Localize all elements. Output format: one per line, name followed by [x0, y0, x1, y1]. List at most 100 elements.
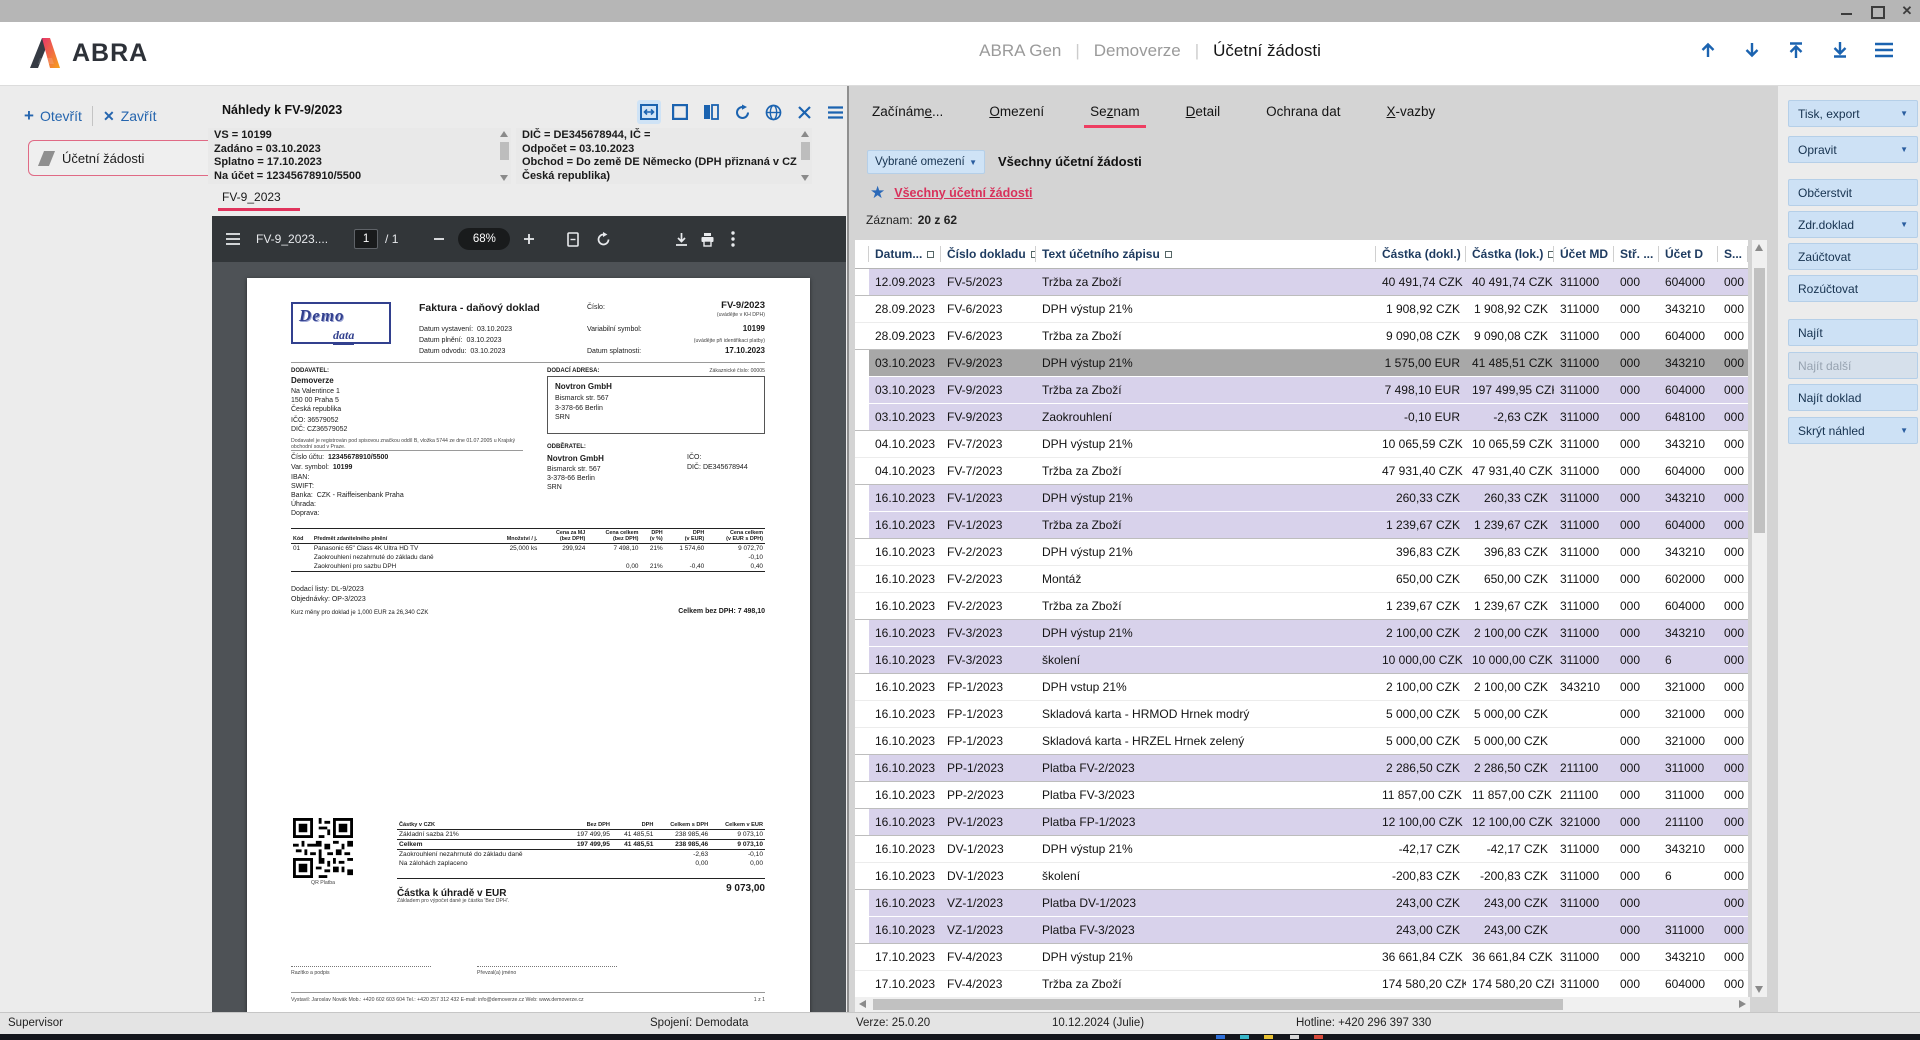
table-row[interactable]: 16.10.2023PP-1/2023Platba FV-2/20232 286… — [855, 754, 1748, 781]
pdf-zoom-level[interactable]: 68% — [458, 228, 510, 250]
table-row[interactable]: 03.10.2023FV-9/2023Zaokrouhlení-0,10 EUR… — [855, 403, 1748, 430]
scrollbar-thumb[interactable] — [1754, 268, 1765, 533]
arrow-last-icon[interactable] — [1828, 38, 1852, 62]
supplier-label: DODAVATEL: — [291, 368, 329, 374]
table-row[interactable]: 16.10.2023PP-2/2023Platba FV-3/202311 85… — [855, 781, 1748, 808]
layout-full-icon[interactable] — [668, 100, 692, 124]
table-row[interactable]: 16.10.2023DV-1/2023školení-200,83 CZK-20… — [855, 862, 1748, 889]
status-date: 10.12.2024 (Julie) — [1052, 1017, 1144, 1029]
table-row[interactable]: 16.10.2023VZ-1/2023Platba DV-1/2023243,0… — [855, 889, 1748, 916]
najít-doklad-button[interactable]: Najít doklad — [1788, 384, 1918, 411]
layout-columns-icon[interactable] — [699, 100, 723, 124]
column-header[interactable]: Číslo dokladu — [941, 240, 1036, 268]
table-row[interactable]: 17.10.2023FV-4/2023Tržba za Zboží174 580… — [855, 970, 1748, 997]
tab-seznam[interactable]: Seznam — [1090, 104, 1140, 128]
skrýt-náhled-button[interactable]: Skrýt náhled▼ — [1788, 417, 1918, 444]
column-header[interactable] — [855, 240, 869, 268]
občerstvit-button[interactable]: Občerstvit — [1788, 179, 1918, 206]
table-row[interactable]: 03.10.2023FV-9/2023Tržba za Zboží7 498,1… — [855, 376, 1748, 403]
table-row[interactable]: 16.10.2023FV-2/2023Montáž650,00 CZK650,0… — [855, 565, 1748, 592]
menu-icon[interactable] — [1872, 38, 1896, 62]
download-icon[interactable] — [668, 226, 694, 252]
column-header[interactable]: Datum... — [869, 240, 941, 268]
najít-button[interactable]: Najít — [1788, 319, 1918, 346]
zoom-out-icon[interactable] — [426, 226, 452, 252]
column-header[interactable]: Text účetního zápisu — [1036, 240, 1376, 268]
table-row[interactable]: 17.10.2023FV-4/2023DPH výstup 21%36 661,… — [855, 943, 1748, 970]
layout-split-icon[interactable] — [637, 100, 661, 124]
table-row[interactable]: 16.10.2023FP-1/2023DPH vstup 21%2 100,00… — [855, 673, 1748, 700]
info-scrollbar[interactable] — [800, 129, 811, 183]
pdf-page-input[interactable]: 1 — [354, 229, 378, 249]
table-row[interactable]: 16.10.2023FV-2/2023Tržba za Zboží1 239,6… — [855, 592, 1748, 619]
filter-value: Všechny účetní žádosti — [998, 154, 1142, 169]
filter-dropdown[interactable]: Vybrané omezení ▼ — [867, 150, 985, 174]
horizontal-scrollbar[interactable] — [855, 997, 1750, 1012]
rozúčtovat-button[interactable]: Rozúčtovat — [1788, 275, 1918, 302]
refresh-icon[interactable] — [730, 100, 754, 124]
table-row[interactable]: 16.10.2023PV-1/2023Platba FP-1/202312 10… — [855, 808, 1748, 835]
close-icon[interactable]: ✕ — [1900, 4, 1914, 18]
open-button[interactable]: +Otevřít — [14, 106, 92, 126]
favorite-filter-link[interactable]: Všechny účetní žádosti — [894, 186, 1032, 200]
table-row[interactable]: 16.10.2023FV-2/2023DPH výstup 21%396,83 … — [855, 538, 1748, 565]
invoice-item-column: DPH (v EUR) — [665, 529, 707, 544]
zdr-doklad-button[interactable]: Zdr.doklad▼ — [1788, 211, 1918, 238]
close-tab-button[interactable]: ✕Zavřít — [93, 108, 167, 125]
document-tab[interactable]: FV-9_2023 — [218, 188, 300, 211]
zaúčtovat-button[interactable]: Zaúčtovat — [1788, 243, 1918, 270]
table-row[interactable]: 16.10.2023FV-3/2023DPH výstup 21%2 100,0… — [855, 619, 1748, 646]
sidebar-item-ucetni-zadosti[interactable]: Účetní žádosti — [28, 140, 214, 176]
column-header[interactable]: Částka (dokl.) — [1376, 240, 1466, 268]
opravit-button[interactable]: Opravit▼ — [1788, 136, 1918, 163]
table-row[interactable]: 16.10.2023FV-1/2023DPH výstup 21%260,33 … — [855, 484, 1748, 511]
column-header[interactable]: Účet D — [1659, 240, 1718, 268]
table-row[interactable]: 04.10.2023FV-7/2023DPH výstup 21%10 065,… — [855, 430, 1748, 457]
document-info-left: VS = 10199Zadáno = 03.10.2023Splatno = 1… — [208, 128, 511, 184]
close-preview-icon[interactable] — [792, 100, 816, 124]
arrow-first-icon[interactable] — [1784, 38, 1808, 62]
status-bar: Supervisor Spojení: Demodata Verze: 25.0… — [0, 1012, 1920, 1034]
column-header[interactable]: Stř. ... — [1614, 240, 1659, 268]
tab-detail[interactable]: Detail — [1186, 104, 1221, 128]
maximize-icon[interactable] — [1870, 4, 1884, 18]
tisk-export-button[interactable]: Tisk, export▼ — [1788, 100, 1918, 127]
arrow-up-icon[interactable] — [1696, 38, 1720, 62]
document-info-right: DIČ = DE345678944, IČ =Odpočet = 03.10.2… — [516, 128, 812, 184]
table-row[interactable]: 16.10.2023DV-1/2023DPH výstup 21%-42,17 … — [855, 835, 1748, 862]
tab-omezen-[interactable]: Omezení — [989, 104, 1044, 128]
tab-x-vazby[interactable]: X-vazby — [1386, 104, 1435, 128]
column-header[interactable]: Částka (lok.) — [1466, 240, 1554, 268]
pdf-sidebar-icon[interactable] — [220, 226, 246, 252]
table-row[interactable]: 16.10.2023FP-1/2023Skladová karta - HRMO… — [855, 700, 1748, 727]
minimize-icon[interactable] — [1840, 4, 1854, 18]
print-icon[interactable] — [694, 226, 720, 252]
pdf-page-total: / 1 — [385, 232, 398, 246]
table-row[interactable]: 04.10.2023FV-7/2023Tržba za Zboží47 931,… — [855, 457, 1748, 484]
table-row[interactable]: 16.10.2023FV-1/2023Tržba za Zboží1 239,6… — [855, 511, 1748, 538]
taskbar-edge — [0, 1034, 1920, 1040]
table-row[interactable]: 16.10.2023VZ-1/2023Platba FV-3/2023243,0… — [855, 916, 1748, 943]
kebab-menu-icon[interactable] — [720, 226, 746, 252]
table-row[interactable]: 28.09.2023FV-6/2023Tržba za Zboží9 090,0… — [855, 322, 1748, 349]
table-row[interactable]: 12.09.2023FV-5/2023Tržba za Zboží40 491,… — [855, 268, 1748, 295]
table-row[interactable]: 28.09.2023FV-6/2023DPH výstup 21%1 908,9… — [855, 295, 1748, 322]
table-row[interactable]: 16.10.2023FP-1/2023Skladová karta - HRZE… — [855, 727, 1748, 754]
status-connection: Spojení: Demodata — [650, 1017, 748, 1029]
preview-menu-icon[interactable] — [823, 100, 847, 124]
tab-za-n-me-[interactable]: Začínáme... — [872, 104, 943, 128]
info-scrollbar[interactable] — [499, 129, 510, 183]
vertical-scrollbar[interactable] — [1752, 240, 1767, 997]
scrollbar-thumb[interactable] — [873, 999, 1563, 1010]
fit-page-icon[interactable] — [560, 226, 586, 252]
rotate-icon[interactable] — [590, 226, 616, 252]
table-row-selected[interactable]: 03.10.2023FV-9/2023DPH výstup 21%1 575,0… — [855, 349, 1748, 376]
column-header[interactable]: Účet MD — [1554, 240, 1614, 268]
arrow-down-icon[interactable] — [1740, 38, 1764, 62]
column-header[interactable]: S... — [1718, 240, 1748, 268]
favorite-star-icon[interactable]: ★ — [870, 184, 885, 201]
tab-ochrana-dat[interactable]: Ochrana dat — [1266, 104, 1340, 128]
table-row[interactable]: 16.10.2023FV-3/2023školení10 000,00 CZK1… — [855, 646, 1748, 673]
zoom-in-icon[interactable] — [516, 226, 542, 252]
globe-icon[interactable] — [761, 100, 785, 124]
